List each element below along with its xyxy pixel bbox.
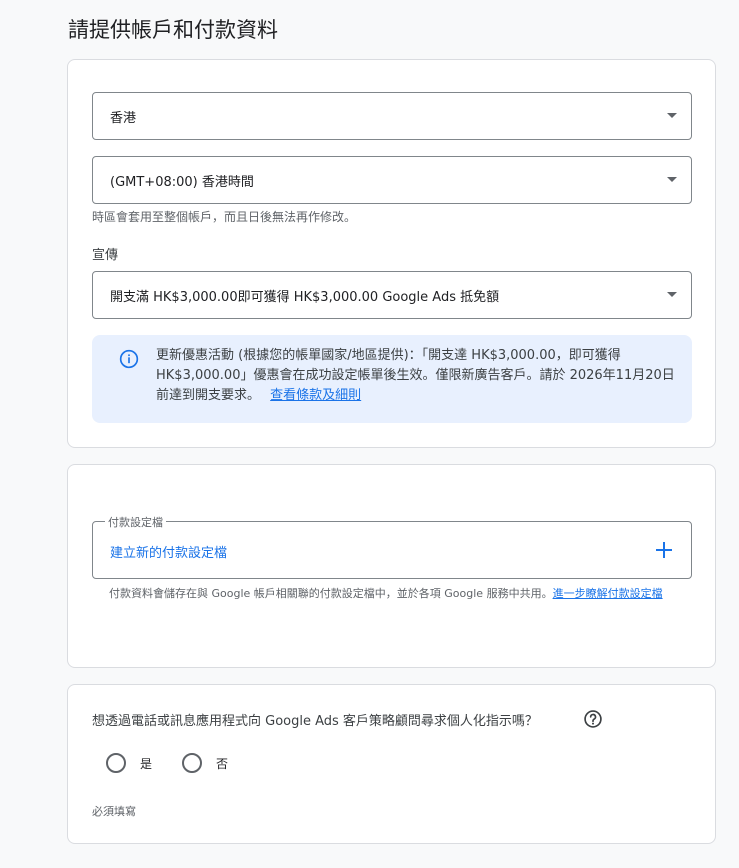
create-payment-profile-button[interactable]: 建立新的付款設定檔	[110, 542, 227, 561]
promotion-info-text: 更新優惠活動 (根據您的帳單國家/地區提供)：「開支達 HK$3,000.00，…	[156, 346, 676, 406]
promotion-select[interactable]: 開支滿 HK$3,000.00即可獲得 HK$3,000.00 Google A…	[92, 271, 692, 319]
dropdown-arrow-icon	[667, 113, 677, 118]
payment-profile-label: 付款設定檔	[105, 514, 166, 530]
country-select[interactable]: 香港	[92, 92, 692, 140]
dropdown-arrow-icon	[667, 292, 677, 297]
radio-circle[interactable]	[182, 753, 203, 773]
required-hint: 必須填寫	[92, 805, 136, 818]
payment-profile-card: 付款設定檔 建立新的付款設定檔 付款資料會儲存在與 Google 帳戶相關聯的付…	[67, 464, 716, 668]
radio-circle[interactable]	[106, 753, 126, 773]
country-select-value: 香港	[110, 110, 137, 126]
account-settings-card: 香港 (GMT+08:00) 香港時間 時區會套用至整個帳戶，而且日後無法再作修…	[67, 59, 716, 448]
promotion-info-body: 更新優惠活動 (根據您的帳單國家/地區提供)：「開支達 HK$3,000.00，…	[156, 348, 675, 403]
terms-link[interactable]: 查看條款及細則	[270, 388, 361, 403]
promotion-label: 宣傳	[92, 248, 119, 263]
promotion-info-banner: 更新優惠活動 (根據您的帳單國家/地區提供)：「開支達 HK$3,000.00，…	[92, 335, 692, 423]
page-title: 請提供帳戶和付款資料	[68, 18, 278, 42]
help-icon[interactable]	[583, 709, 603, 729]
learn-more-payment-link[interactable]: 進一步瞭解付款設定檔	[553, 587, 663, 600]
consultation-card: 想透過電話或訊息應用程式向 Google Ads 客戶策略顧問尋求個人化指示嗎？…	[67, 684, 716, 844]
radio-yes[interactable]: 是	[106, 753, 152, 773]
payment-profile-note: 付款資料會儲存在與 Google 帳戶相關聯的付款設定檔中，並於各項 Googl…	[109, 586, 689, 602]
timezone-select[interactable]: (GMT+08:00) 香港時間	[92, 156, 692, 204]
timezone-select-value: (GMT+08:00) 香港時間	[110, 174, 254, 190]
timezone-hint: 時區會套用至整個帳戶，而且日後無法再作修改。	[92, 210, 357, 224]
dropdown-arrow-icon	[667, 177, 677, 182]
radio-no[interactable]: 否	[182, 753, 228, 773]
consultation-radio-group: 是 否	[106, 753, 258, 773]
info-icon	[119, 349, 139, 369]
radio-yes-label: 是	[140, 756, 153, 771]
promotion-select-value: 開支滿 HK$3,000.00即可獲得 HK$3,000.00 Google A…	[110, 289, 500, 305]
radio-no-label: 否	[216, 756, 229, 771]
payment-profile-note-text: 付款資料會儲存在與 Google 帳戶相關聯的付款設定檔中，並於各項 Googl…	[109, 587, 553, 600]
consultation-question: 想透過電話或訊息應用程式向 Google Ads 客戶策略顧問尋求個人化指示嗎？	[92, 714, 538, 729]
payment-profile-field[interactable]: 付款設定檔 建立新的付款設定檔	[92, 514, 692, 579]
plus-icon[interactable]	[655, 541, 673, 559]
